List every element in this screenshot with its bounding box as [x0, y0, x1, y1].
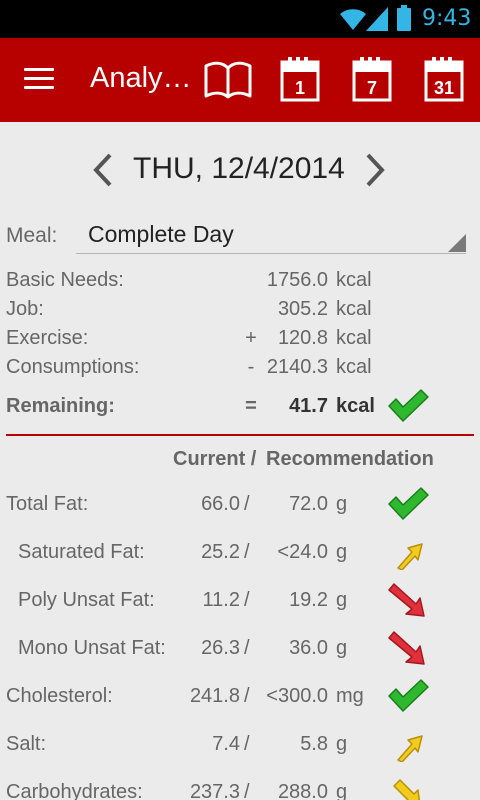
- next-day-icon[interactable]: [364, 152, 386, 188]
- meal-label: Meal:: [6, 224, 58, 247]
- nutrient-unit: mg: [336, 685, 364, 707]
- meal-selected-value: Complete Day: [88, 221, 234, 247]
- nutrient-current: 11.2: [202, 589, 240, 611]
- balance-label: Exercise:: [6, 327, 89, 349]
- balance-unit: kcal: [336, 327, 372, 349]
- nutrient-recommended: <24.0: [277, 541, 328, 563]
- value-separator: /: [244, 493, 250, 515]
- balance-row: Exercise: +120.8 kcal: [0, 324, 480, 353]
- nutrient-label: Carbohydrates:: [6, 781, 143, 800]
- checkmark-icon: [388, 679, 429, 712]
- nutrient-unit: g: [336, 589, 348, 611]
- checkmark-icon: [388, 389, 429, 422]
- section-divider: [6, 434, 474, 436]
- nutrient-current: 237.3: [189, 781, 240, 800]
- balance-value: 305.2: [277, 298, 328, 320]
- battery-icon: [397, 5, 411, 31]
- balance-unit: kcal: [336, 269, 372, 291]
- nutrient-unit: g: [336, 781, 348, 800]
- arrow-down-right-icon: [388, 583, 425, 617]
- arrow-down-right-icon: [388, 631, 425, 665]
- current-date: THU, 12/4/2014: [133, 152, 345, 185]
- balance-unit: kcal: [336, 356, 372, 378]
- nutrient-current: 66.0: [201, 493, 240, 515]
- value-separator: /: [244, 685, 250, 707]
- nutrient-row[interactable]: Salt: 7.4/ 5.8 g: [0, 724, 480, 764]
- nutrient-row[interactable]: Poly Unsat Fat: 11.2/ 19.2 g: [0, 580, 480, 620]
- balance-row: Consumptions: -2140.3 kcal: [0, 353, 480, 382]
- calendar-day-number: 1: [295, 78, 305, 98]
- status-time: 9:43: [422, 6, 472, 31]
- wifi-icon: [340, 9, 366, 30]
- nutrient-unit: g: [336, 541, 348, 563]
- nutrient-recommended: 19.2: [289, 589, 328, 611]
- nutrient-unit: g: [336, 637, 348, 659]
- column-header-current: Current /: [173, 448, 257, 470]
- arrow-up-right-icon: [397, 543, 423, 570]
- column-header-recommendation: Recommendation: [266, 448, 434, 470]
- value-separator: /: [244, 733, 250, 755]
- signal-icon: [366, 7, 388, 31]
- nutrient-current: 241.8: [189, 685, 240, 707]
- calendar-week-number: 7: [367, 78, 377, 98]
- nutrient-recommended: <300.0: [266, 685, 328, 707]
- action-bar: Analy… 1 7 31: [0, 38, 480, 122]
- calendar-month-icon[interactable]: 31: [424, 56, 464, 102]
- balance-label: Job:: [6, 298, 44, 320]
- nutrient-row[interactable]: Total Fat: 66.0/ 72.0 g: [0, 484, 480, 524]
- balance-label: Basic Needs:: [6, 269, 124, 291]
- nutrient-label: Cholesterol:: [6, 685, 113, 707]
- balance-row: Job: 305.2 kcal: [0, 295, 480, 324]
- value-separator: /: [244, 541, 250, 563]
- calendar-month-number: 31: [434, 78, 454, 98]
- nutrient-label: Mono Unsat Fat:: [18, 637, 166, 659]
- balance-row: Remaining: = 41.7 kcal: [0, 389, 480, 422]
- calendar-day-icon[interactable]: 1: [280, 56, 320, 102]
- nutrient-recommended: 36.0: [289, 637, 328, 659]
- balance-value: 1756.0: [266, 269, 328, 291]
- balance-value: 120.8: [277, 327, 328, 349]
- nutrient-current: 25.2: [201, 541, 240, 563]
- meal-dropdown[interactable]: Complete Day: [76, 214, 466, 254]
- calendar-week-icon[interactable]: 7: [352, 56, 392, 102]
- book-icon[interactable]: [204, 60, 252, 100]
- nutrient-recommended: 288.0: [277, 781, 328, 800]
- nutrient-recommended: 72.0: [289, 493, 328, 515]
- checkmark-icon: [388, 487, 429, 520]
- menu-icon[interactable]: [24, 68, 54, 90]
- nutrient-current: 26.3: [201, 637, 240, 659]
- balance-value: 2140.3: [266, 356, 328, 378]
- nutrient-label: Salt:: [6, 733, 47, 755]
- value-separator: /: [244, 589, 250, 611]
- nutrient-label: Poly Unsat Fat:: [18, 589, 155, 611]
- nutrient-unit: g: [336, 493, 348, 515]
- date-navigator: THU, 12/4/2014: [0, 148, 480, 192]
- balance-row: Basic Needs: 1756.0 kcal: [0, 266, 480, 295]
- value-separator: /: [244, 781, 250, 800]
- app-title: Analy…: [90, 62, 192, 94]
- balance-unit: kcal: [336, 395, 375, 417]
- balance-value: 41.7: [289, 395, 328, 417]
- previous-day-icon[interactable]: [92, 152, 114, 188]
- balance-label: Remaining:: [6, 395, 115, 417]
- dropdown-arrow-icon: [448, 234, 466, 252]
- nutrient-recommended: 5.8: [300, 733, 328, 755]
- nutrient-row[interactable]: Saturated Fat: 25.2/ <24.0 g: [0, 532, 480, 572]
- value-separator: /: [244, 637, 250, 659]
- nutrient-row[interactable]: Cholesterol: 241.8/ <300.0 mg: [0, 676, 480, 716]
- balance-unit: kcal: [336, 298, 372, 320]
- nutrient-label: Total Fat:: [6, 493, 89, 515]
- status-bar: 9:43: [0, 0, 480, 38]
- balance-label: Consumptions:: [6, 356, 140, 378]
- nutrient-row[interactable]: Mono Unsat Fat: 26.3/ 36.0 g: [0, 628, 480, 668]
- nutrient-label: Saturated Fat:: [18, 541, 145, 563]
- nutrient-current: 7.4: [212, 733, 240, 755]
- arrow-up-right-icon: [397, 735, 423, 762]
- arrow-down-right-icon: [393, 779, 421, 800]
- nutrient-unit: g: [336, 733, 348, 755]
- nutrient-row[interactable]: Carbohydrates: 237.3/ 288.0 g: [0, 772, 480, 800]
